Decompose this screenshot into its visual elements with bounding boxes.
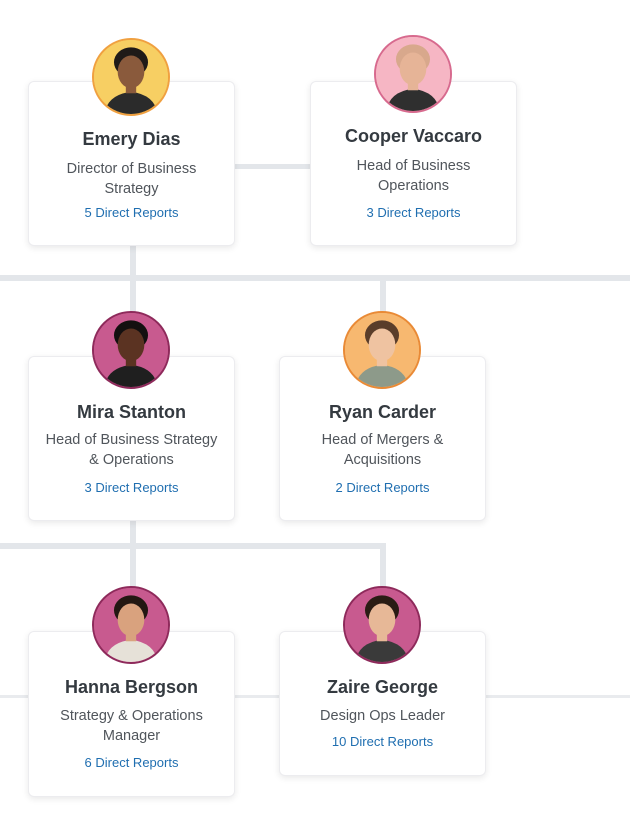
person-title: Director of Business Strategy (66, 161, 197, 197)
avatar (92, 311, 170, 389)
connector-zaire-up (380, 546, 386, 588)
avatar (343, 311, 421, 389)
person-name: Hanna Bergson (64, 677, 199, 697)
person-name: Emery Dias (82, 129, 181, 149)
person-name: Zaire George (326, 677, 439, 697)
person-name: Mira Stanton (76, 402, 186, 422)
person-name: Ryan Carder (328, 402, 437, 422)
avatar (374, 35, 452, 113)
person-title: Head of Business Operations (356, 158, 471, 194)
direct-reports-link[interactable]: 10 Direct Reports (280, 734, 485, 749)
avatar (92, 586, 170, 664)
direct-reports-link[interactable]: 3 Direct Reports (311, 205, 516, 220)
direct-reports-link[interactable]: 5 Direct Reports (29, 205, 234, 220)
direct-reports-link[interactable]: 2 Direct Reports (280, 480, 485, 495)
connector-mira-down (130, 520, 136, 590)
direct-reports-link[interactable]: 3 Direct Reports (29, 480, 234, 495)
avatar (343, 586, 421, 664)
person-title: Head of Business Strategy & Operations (45, 432, 218, 468)
person-title: Head of Mergers & Acquisitions (321, 432, 444, 468)
person-title: Design Ops Leader (320, 708, 445, 724)
avatar (92, 38, 170, 116)
connector-ryan-up (380, 278, 386, 312)
connector-row2-bar (0, 543, 386, 549)
person-name: Cooper Vaccaro (344, 126, 483, 146)
connector-emery-cooper (234, 164, 312, 169)
person-title: Strategy & Operations Manager (60, 708, 203, 744)
direct-reports-link[interactable]: 6 Direct Reports (29, 755, 234, 770)
connector-row1-bar (0, 275, 630, 281)
